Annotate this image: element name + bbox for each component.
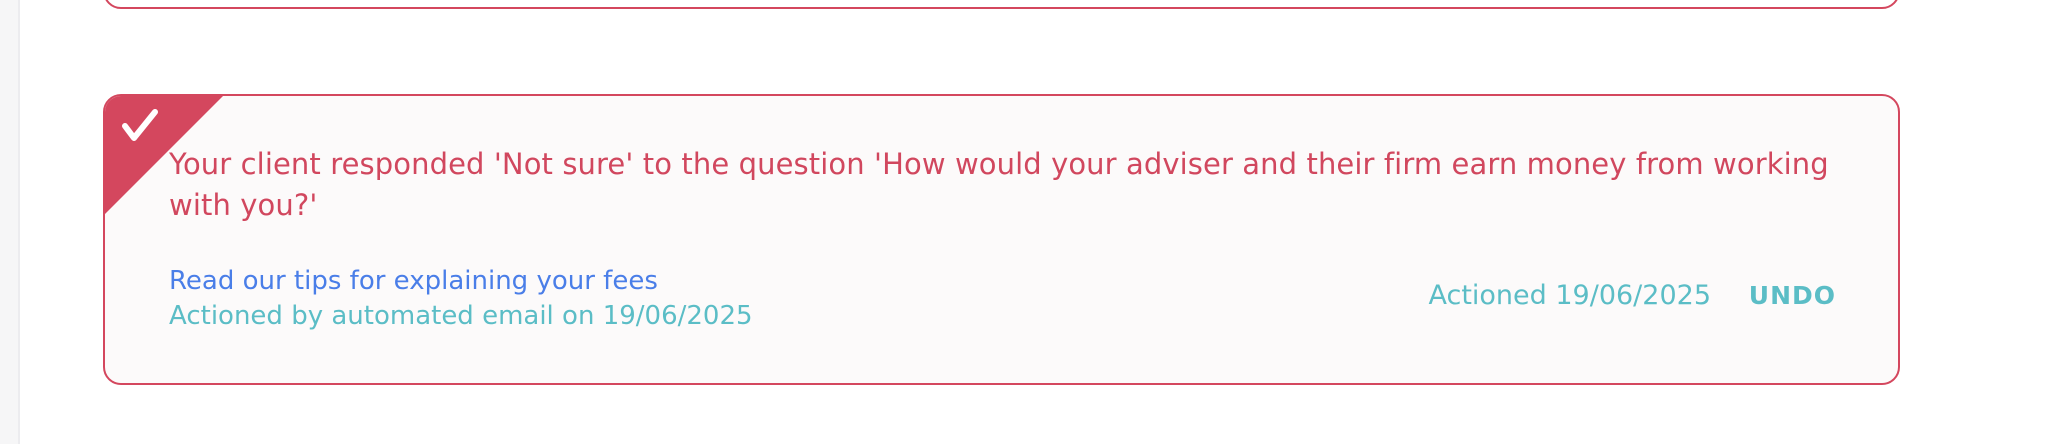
- alert-message: Your client responded 'Not sure' to the …: [169, 147, 1829, 222]
- checkmark-icon: [122, 109, 158, 141]
- fee-tips-link[interactable]: Read our tips for explaining your fees: [169, 265, 658, 297]
- alert-card: Your client responded 'Not sure' to the …: [103, 94, 1900, 385]
- page: Your client responded 'Not sure' to the …: [0, 0, 2068, 444]
- actioned-date-text: Actioned 19/06/2025: [1428, 280, 1711, 311]
- previous-alert-card: [103, 0, 1900, 9]
- actioned-by-text: Actioned by automated email on 19/06/202…: [169, 301, 753, 331]
- undo-button[interactable]: UNDO: [1749, 280, 1836, 312]
- left-rail: [0, 0, 20, 444]
